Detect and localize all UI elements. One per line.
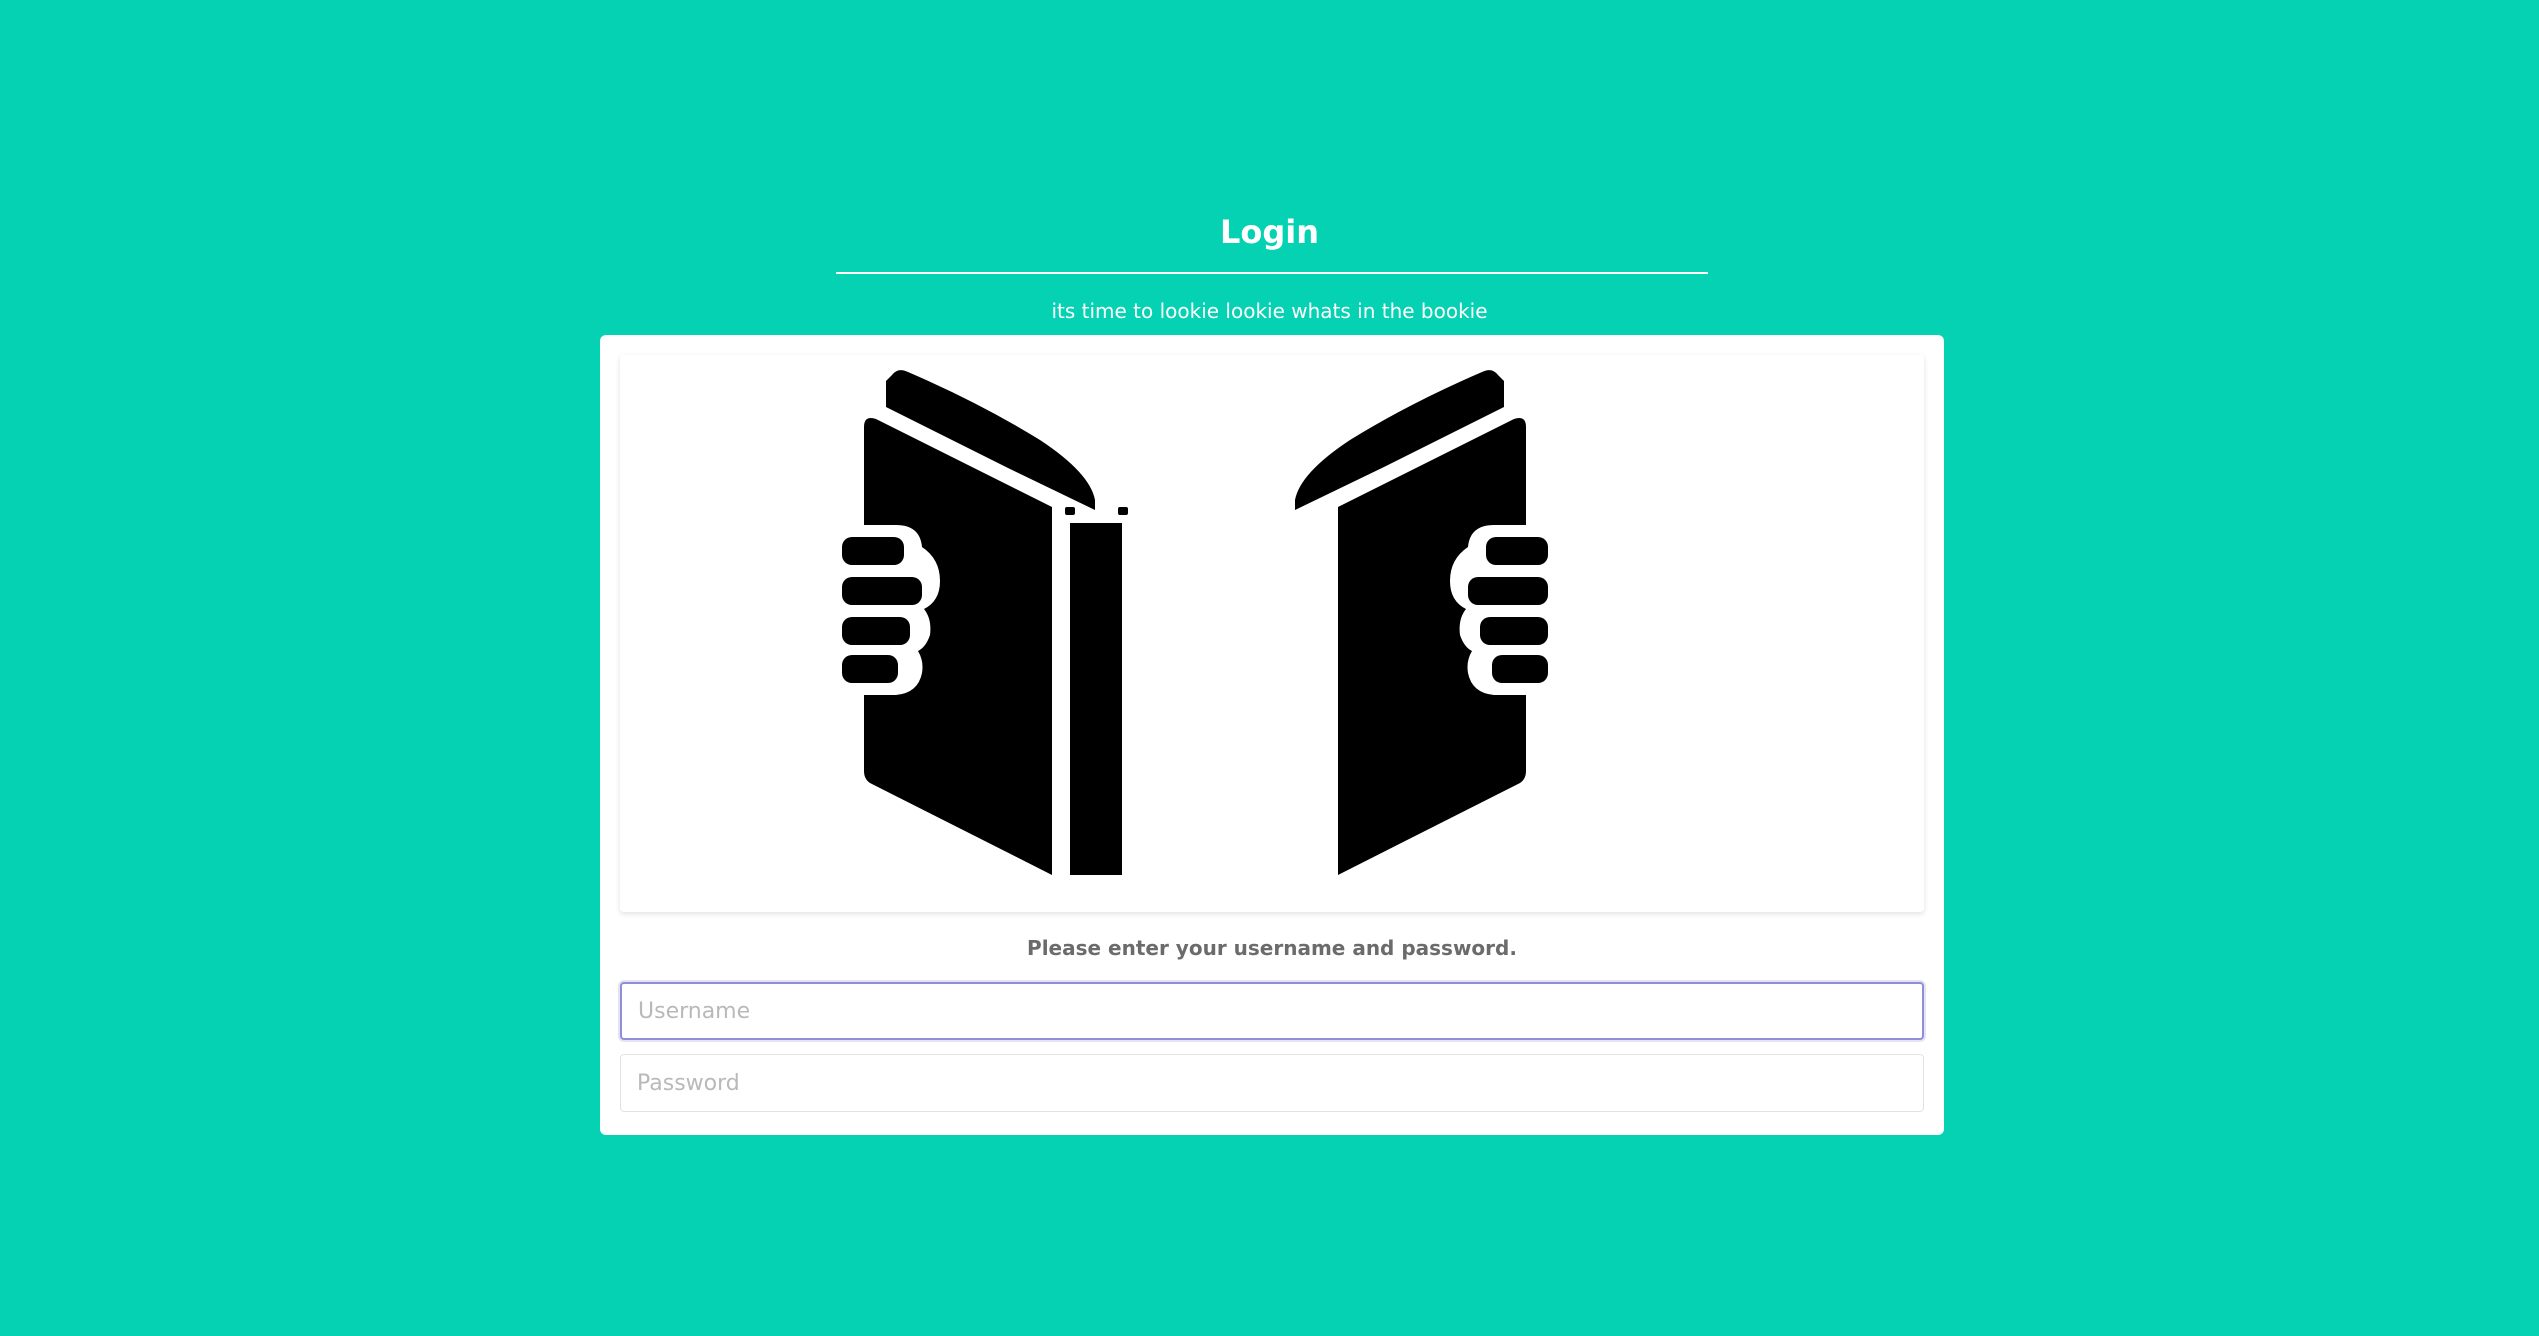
- login-instruction: Please enter your username and password.: [1027, 936, 1517, 960]
- title-divider: [836, 272, 1708, 274]
- username-input[interactable]: [620, 982, 1924, 1040]
- page-subtitle: its time to lookie lookie whats in the b…: [1051, 299, 1488, 323]
- login-card: Please enter your username and password.: [600, 335, 1944, 1135]
- open-book-hands-icon: [842, 370, 1548, 875]
- login-page: Login its time to lookie lookie whats in…: [0, 0, 2539, 1336]
- illustration-panel: [620, 355, 1924, 912]
- page-title: Login: [1219, 213, 1320, 251]
- password-input[interactable]: [620, 1054, 1924, 1112]
